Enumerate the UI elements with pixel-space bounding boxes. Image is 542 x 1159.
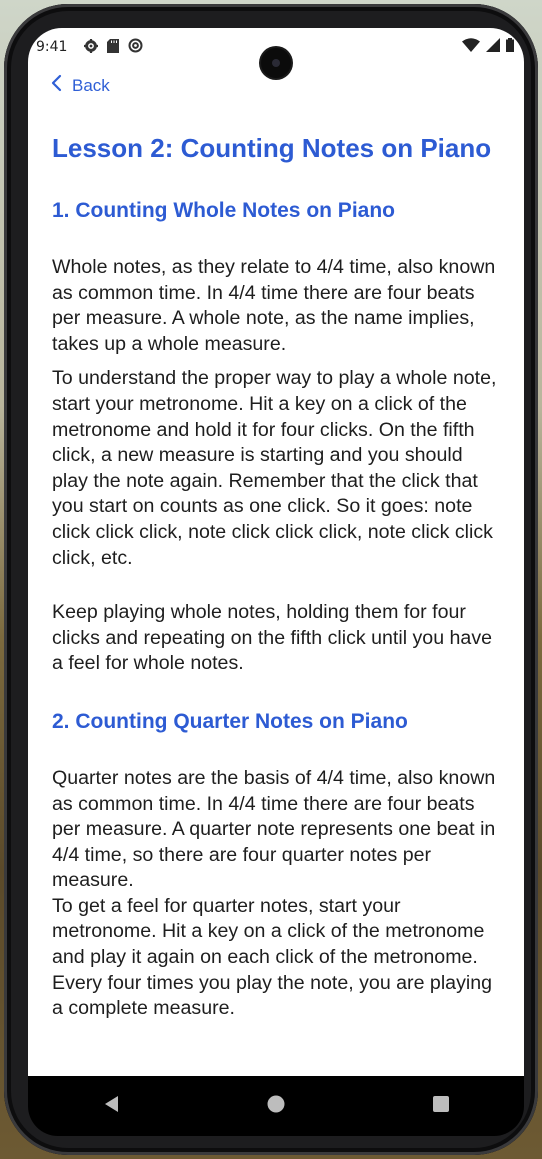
- paragraph: Keep playing whole notes, holding them f…: [52, 601, 493, 675]
- paragraph: Quarter notes are the basis of 4/4 time,…: [52, 766, 496, 892]
- system-nav-bar: [28, 1076, 524, 1136]
- section-heading-quarter-notes: 2. Counting Quarter Notes on Piano: [52, 709, 408, 733]
- paragraph: To get a feel for quarter notes, start y…: [52, 894, 493, 1020]
- signal-icon: [486, 38, 500, 56]
- section-heading-whole-notes: 1. Counting Whole Notes on Piano: [52, 199, 395, 222]
- gear-icon: [84, 38, 98, 57]
- wifi-icon: [462, 38, 480, 56]
- nav-recents-button[interactable]: [421, 1086, 461, 1126]
- sd-card-icon: [107, 38, 119, 57]
- lesson-title: Lesson 2: Counting Notes on Piano: [52, 133, 492, 163]
- nav-back-button[interactable]: [91, 1086, 131, 1126]
- status-icons-right: [462, 38, 514, 56]
- battery-icon: [506, 38, 514, 56]
- back-label: Back: [72, 75, 110, 95]
- recents-square-icon: [431, 1094, 451, 1119]
- at-sign-icon: [128, 38, 143, 57]
- app-screen: 9:41 Back Lesson 2: Counting Notes on Pi…: [28, 28, 524, 1076]
- back-triangle-icon: [102, 1094, 120, 1119]
- paragraph: Whole notes, as they relate to 4/4 time,…: [52, 256, 496, 355]
- chevron-left-icon: [50, 74, 62, 97]
- nav-home-button[interactable]: [256, 1086, 296, 1126]
- back-button[interactable]: Back: [50, 74, 110, 97]
- front-camera: [261, 48, 291, 78]
- status-icons-left: [84, 38, 143, 57]
- home-circle-icon: [266, 1094, 286, 1119]
- status-time: 9:41: [36, 39, 68, 55]
- paragraph: To understand the proper way to play a w…: [52, 367, 497, 569]
- phone-frame: 9:41 Back Lesson 2: Counting Notes on Pi…: [4, 4, 538, 1155]
- lesson-content: Lesson 2: Counting Notes on Piano 1. Cou…: [52, 132, 502, 1022]
